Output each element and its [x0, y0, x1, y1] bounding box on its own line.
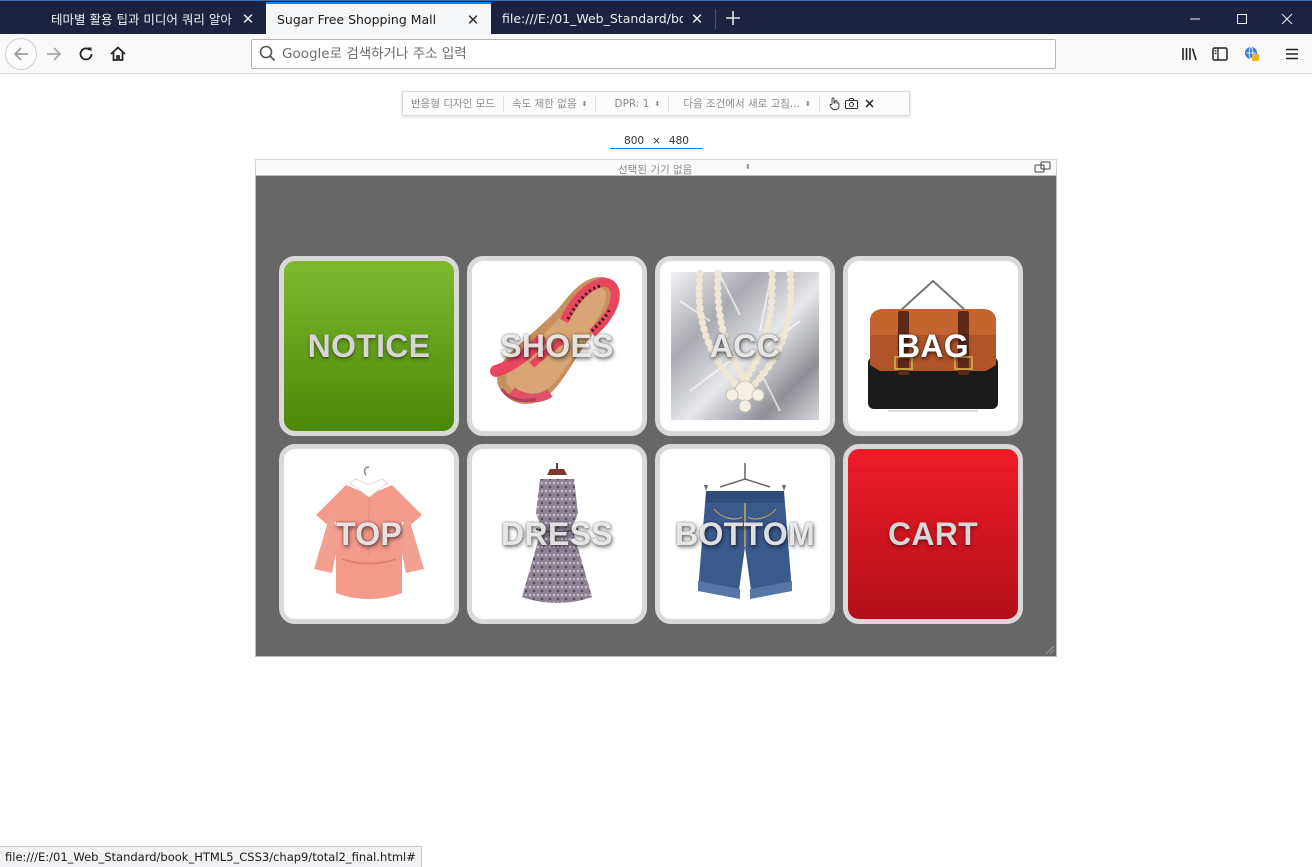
sidebar-button[interactable] — [1204, 38, 1236, 70]
status-bar: file:///E:/01_Web_Standard/book_HTML5_CS… — [0, 846, 422, 867]
arrow-right-icon — [47, 47, 62, 61]
tab-sugar-free[interactable]: Sugar Free Shopping Mall ✕ — [266, 2, 491, 35]
tile-label: DRESS — [501, 515, 613, 552]
tile-label: NOTICE — [307, 327, 431, 364]
close-window-button[interactable] — [1264, 2, 1310, 35]
close-icon — [865, 99, 874, 108]
tab-title: file:///E:/01_Web_Standard/book_HTML — [502, 11, 683, 26]
tile-bag[interactable]: BAG — [843, 256, 1023, 436]
rotate-viewport-button[interactable] — [1034, 161, 1052, 177]
extension-icon — [1245, 46, 1259, 61]
close-icon[interactable]: ✕ — [465, 11, 481, 29]
library-icon — [1182, 48, 1197, 61]
device-select[interactable]: 선택된 기기 없음 — [618, 162, 692, 177]
touch-simulation-button[interactable] — [825, 96, 843, 112]
close-icon[interactable]: ✕ — [240, 10, 256, 28]
reload-conditions-select[interactable]: 다음 조건에서 새로 고침... ⬍ — [669, 95, 820, 112]
tile-label: BAG — [896, 327, 969, 364]
responsive-design-toolbar: 반응형 디자인 모드 속도 제한 없음 ⬍ DPR: 1 ⬍ 다음 조건에서 새로 … — [402, 91, 910, 116]
throttle-value: 속도 제한 없음 — [511, 98, 577, 110]
dpr-select[interactable]: DPR: 1 ⬍ — [596, 95, 670, 112]
tab-separator — [715, 9, 716, 29]
arrow-left-icon — [13, 47, 28, 61]
tile-bottom[interactable]: BOTTOM — [655, 444, 835, 624]
close-icon — [1281, 13, 1293, 24]
tile-label: SHOES — [500, 327, 614, 364]
tile-acc[interactable]: ACC — [655, 256, 835, 436]
resize-handle-icon[interactable] — [1045, 645, 1055, 655]
responsive-mode-label: 반응형 디자인 모드 — [403, 95, 504, 112]
select-arrow-icon: ⬍ — [654, 99, 661, 108]
tile-shoes[interactable]: SHOES — [467, 256, 647, 436]
new-tab-button[interactable] — [720, 4, 746, 32]
tile-cart[interactable]: CART — [843, 444, 1023, 624]
emulated-viewport: NOTICE SHOES ACC BAG TOP DRESS BOTTOM CA… — [256, 176, 1056, 656]
plus-icon — [726, 11, 740, 25]
minimize-button[interactable] — [1172, 2, 1218, 35]
reload-button[interactable] — [70, 38, 102, 70]
address-bar[interactable] — [251, 39, 1056, 69]
tile-label: BOTTOM — [675, 515, 815, 552]
throttle-select[interactable]: 속도 제한 없음 ⬍ — [504, 95, 597, 112]
navigation-toolbar — [0, 34, 1312, 74]
select-arrow-icon: ⬍ — [804, 99, 811, 108]
maximize-icon — [1237, 13, 1247, 24]
tile-dress[interactable]: DRESS — [467, 444, 647, 624]
tab-title: Sugar Free Shopping Mall — [277, 12, 437, 27]
select-arrow-icon: ⬍ — [581, 99, 588, 108]
tab-media-query[interactable]: 테마별 활용 팁과 미디어 쿼리 알아 ✕ — [40, 2, 266, 35]
search-icon — [259, 45, 276, 62]
maximize-button[interactable] — [1219, 2, 1265, 35]
viewport-width[interactable]: 800 — [624, 135, 644, 147]
forward-button[interactable] — [38, 38, 70, 70]
back-button[interactable] — [5, 38, 37, 70]
dimension-separator: × — [652, 134, 661, 147]
device-selector-bar: 선택된 기기 없음 ⬍ — [255, 159, 1057, 176]
sidebar-icon — [1212, 47, 1228, 61]
title-bar: 테마별 활용 팁과 미디어 쿼리 알아 ✕ Sugar Free Shoppin… — [0, 0, 1312, 35]
minimize-icon — [1190, 18, 1200, 19]
home-button[interactable] — [102, 38, 134, 70]
tile-top[interactable]: TOP — [279, 444, 459, 624]
tile-notice[interactable]: NOTICE — [279, 256, 459, 436]
status-url: file:///E:/01_Web_Standard/book_HTML5_CS… — [5, 850, 416, 864]
close-rdm-button[interactable] — [861, 96, 879, 112]
viewport-dimensions[interactable]: 800 × 480 — [610, 133, 703, 149]
responsive-mode-text: 반응형 디자인 모드 — [411, 98, 495, 110]
dpr-value: DPR: 1 — [614, 97, 650, 110]
screenshot-button[interactable] — [843, 96, 861, 112]
tab-file[interactable]: file:///E:/01_Web_Standard/book_HTML ✕ — [491, 2, 715, 35]
address-input[interactable] — [282, 41, 1055, 67]
reload-conditions-value: 다음 조건에서 새로 고침... — [683, 98, 800, 110]
viewport-height[interactable]: 480 — [669, 135, 689, 147]
rotate-icon — [1034, 161, 1051, 173]
extension-button[interactable] — [1236, 38, 1268, 70]
select-arrow-icon: ⬍ — [745, 163, 751, 171]
tile-label: ACC — [709, 327, 781, 364]
hamburger-menu-icon — [1286, 48, 1298, 60]
menu-button[interactable] — [1276, 38, 1308, 70]
hand-pointer-icon — [829, 97, 840, 110]
tile-label: TOP — [335, 515, 403, 552]
library-button[interactable] — [1173, 38, 1205, 70]
reload-icon — [79, 47, 93, 61]
tab-title: 테마별 활용 팁과 미디어 쿼리 알아 — [51, 12, 232, 27]
close-icon[interactable]: ✕ — [689, 10, 705, 28]
home-icon — [110, 46, 126, 61]
camera-icon — [845, 98, 859, 109]
tile-label: CART — [887, 515, 979, 552]
